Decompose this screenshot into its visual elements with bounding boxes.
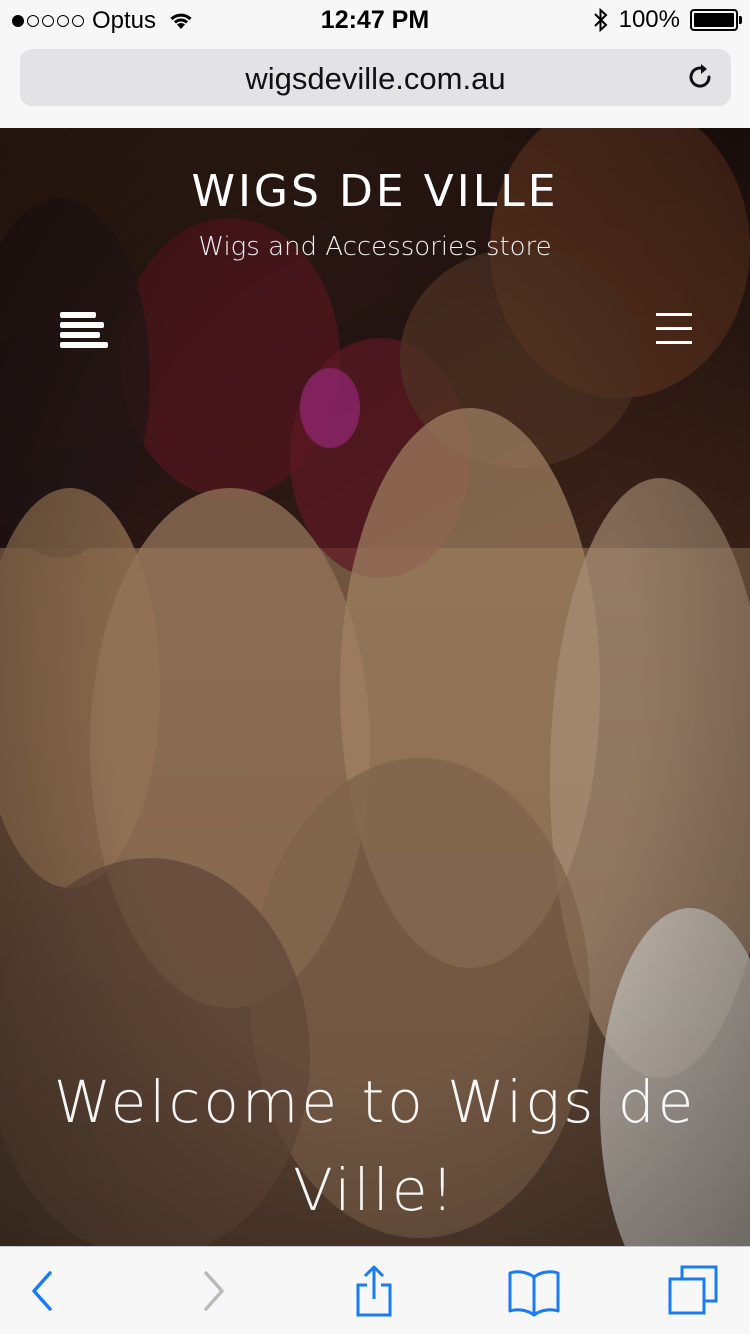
bookmarks-icon[interactable] — [508, 1265, 560, 1317]
hamburger-menu-icon[interactable] — [654, 311, 694, 347]
share-icon[interactable] — [348, 1265, 400, 1317]
reload-icon[interactable] — [685, 62, 715, 92]
forward-icon[interactable] — [186, 1265, 238, 1317]
back-icon[interactable] — [18, 1265, 70, 1317]
url-text[interactable]: wigsdeville.com.au — [20, 61, 731, 97]
address-bar[interactable]: wigsdeville.com.au — [20, 49, 731, 106]
browser-toolbar — [0, 1246, 750, 1334]
status-right: 100% — [593, 6, 742, 34]
hero-section: WIGS DE VILLE Wigs and Accessories store… — [0, 128, 750, 1246]
welcome-heading: Welcome to Wigs de Ville! — [53, 1068, 697, 1224]
site-subtitle: Wigs and Accessories store — [198, 232, 552, 262]
text-align-icon[interactable] — [58, 310, 110, 352]
browser-address-area: wigsdeville.com.au — [0, 40, 750, 128]
battery-percent: 100% — [618, 6, 680, 33]
bluetooth-icon — [593, 7, 608, 33]
site-title[interactable]: WIGS DE VILLE — [0, 166, 750, 217]
tabs-icon[interactable] — [668, 1265, 720, 1317]
battery-icon — [690, 9, 742, 31]
status-bar: Optus 12:47 PM 100% — [0, 0, 750, 40]
